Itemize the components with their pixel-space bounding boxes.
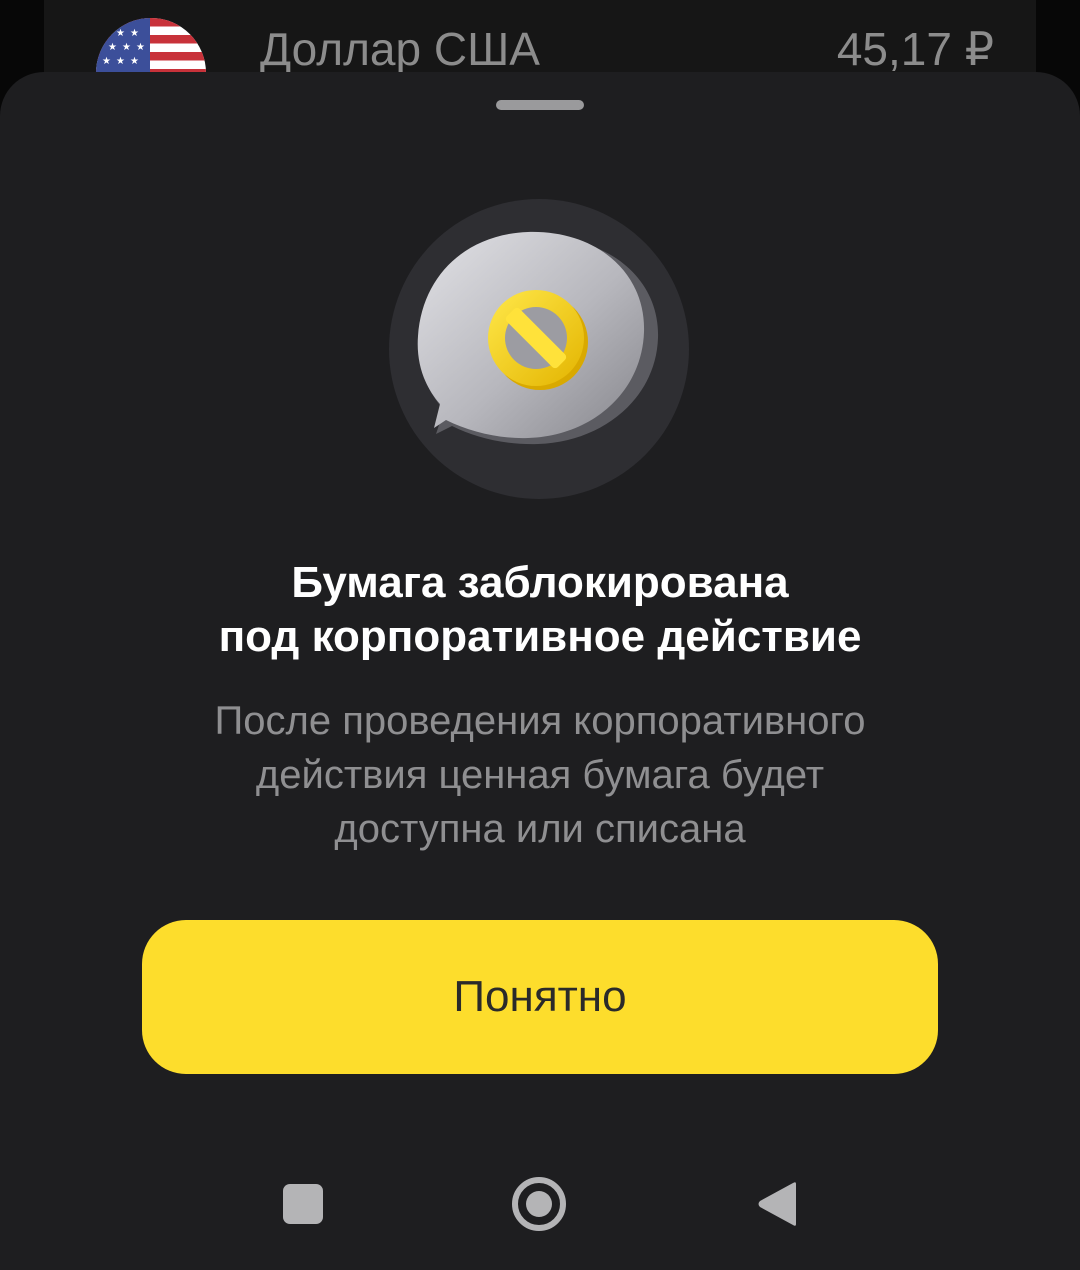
sheet-description: После проведения корпоративного действия… — [60, 694, 1020, 856]
screen: ★★★ ★★★ ★★★ Доллар США 45,17 ₽ — [0, 0, 1080, 1270]
description-line-2: действия ценная бумага будет — [255, 753, 825, 797]
title-line-2: под корпоративное действие — [218, 612, 862, 661]
circle-home-icon[interactable] — [511, 1176, 567, 1232]
svg-text:★: ★ — [136, 42, 145, 53]
bottom-sheet: Бумага заблокирована под корпоративное д… — [0, 72, 1080, 1270]
understood-button[interactable]: Понятно — [142, 920, 938, 1074]
currency-name: Доллар США — [260, 23, 540, 75]
svg-text:★: ★ — [116, 56, 125, 67]
currency-price: 45,17 ₽ — [836, 23, 994, 75]
svg-text:★: ★ — [102, 56, 111, 67]
svg-text:★: ★ — [116, 28, 125, 39]
title-line-1: Бумага заблокирована — [291, 558, 789, 607]
description-line-1: После проведения корпоративного — [214, 699, 866, 743]
svg-text:★: ★ — [122, 42, 131, 53]
triangle-back-icon[interactable] — [756, 1180, 798, 1228]
svg-text:★: ★ — [130, 56, 139, 67]
blocked-message-icon — [388, 198, 690, 500]
description-line-3: доступна или списана — [334, 807, 746, 851]
sheet-drag-handle[interactable] — [496, 100, 584, 110]
square-recents-icon[interactable] — [283, 1184, 323, 1224]
sheet-title: Бумага заблокирована под корпоративное д… — [60, 556, 1020, 664]
svg-text:★: ★ — [130, 28, 139, 39]
svg-text:★: ★ — [108, 42, 117, 53]
